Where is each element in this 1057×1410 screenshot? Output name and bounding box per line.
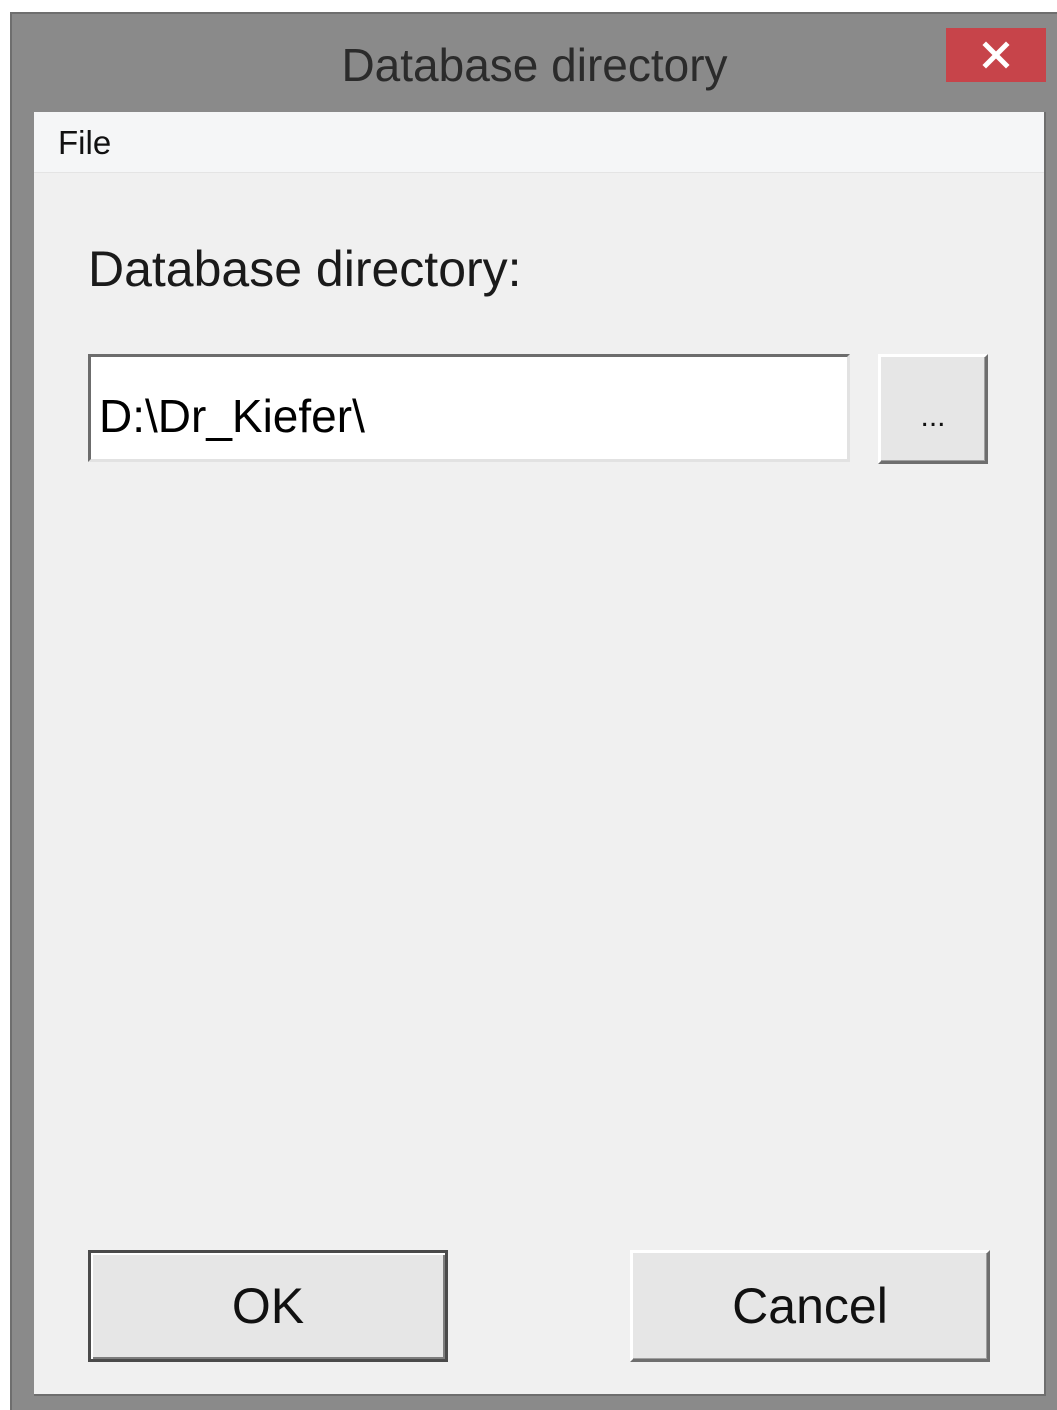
dialog-client-area: File Database directory: ... OK Cancel [34,112,1046,1396]
menu-item-file[interactable]: File [54,124,115,162]
close-button[interactable] [946,28,1046,82]
title-bar[interactable]: Database directory [12,14,1057,112]
menu-bar: File [34,112,1044,173]
cancel-button[interactable]: Cancel [630,1250,990,1362]
database-directory-input[interactable] [88,354,850,462]
dialog-window: Database directory File Database directo… [10,12,1057,1410]
window-title: Database directory [341,39,728,91]
browse-button[interactable]: ... [878,354,988,464]
close-icon [982,41,1010,69]
database-directory-label: Database directory: [88,241,522,297]
ok-button[interactable]: OK [88,1250,448,1362]
